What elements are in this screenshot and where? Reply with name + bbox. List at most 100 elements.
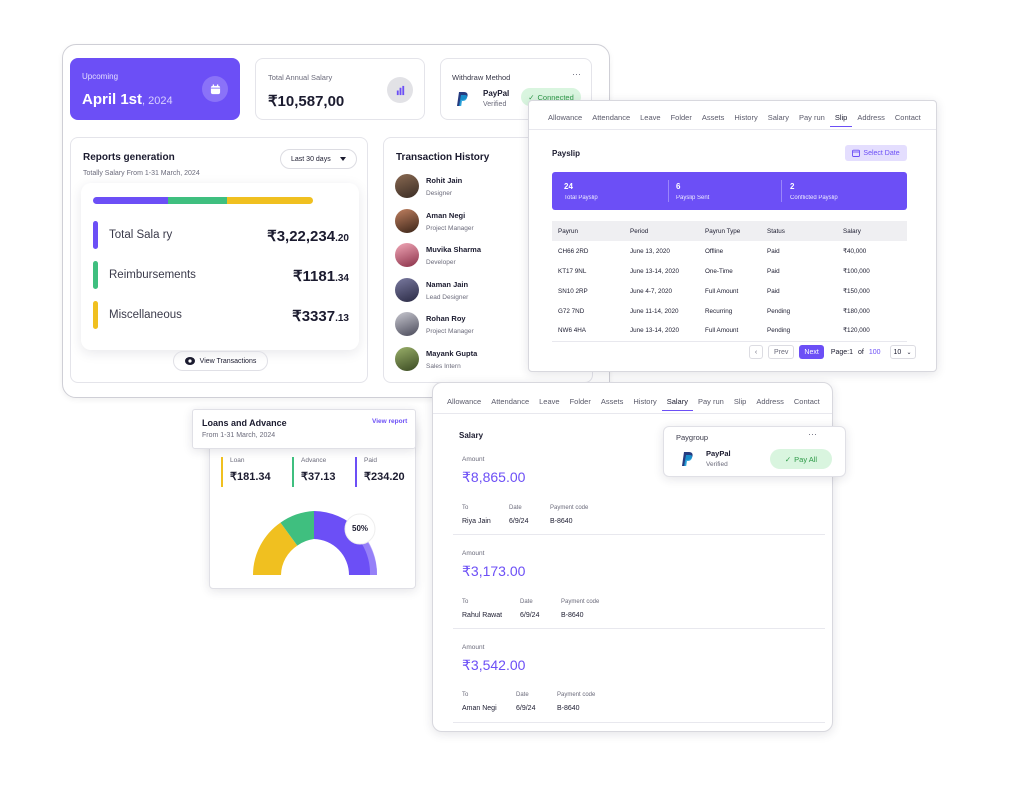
tab-contact[interactable]: Contact <box>890 113 926 127</box>
more-menu-icon[interactable]: ··· <box>572 69 581 79</box>
avatar <box>395 209 419 233</box>
to-label: To <box>462 692 469 698</box>
amount-label: Amount <box>462 456 485 463</box>
annual-salary-label: Total Annual Salary <box>268 73 333 82</box>
avatar <box>395 347 419 371</box>
cell-salary: ₹150,000 <box>843 287 870 295</box>
list-item[interactable]: Rohit Jain Designer <box>395 174 525 202</box>
reimbursement-color-bar <box>93 261 98 289</box>
view-report-link[interactable]: View report <box>372 418 407 425</box>
tab-address[interactable]: Address <box>751 397 789 411</box>
cell-payrun: SN10 2RP <box>558 287 588 295</box>
loan-stat: Loan ₹181.34 <box>221 457 271 487</box>
paygroup-card: Paygroup ··· PayPal Verified ✓ Pay All <box>663 426 846 477</box>
list-item[interactable]: Naman Jain Lead Designer <box>395 278 525 306</box>
payslip-panel: Allowance Attendance Leave Folder Assets… <box>528 100 937 372</box>
report-item-salary: Total Sala ry ₹3,22,234.20 <box>93 221 349 249</box>
tab-pay-run[interactable]: Pay run <box>693 397 729 411</box>
view-transactions-button[interactable]: View Transactions <box>173 351 268 371</box>
more-menu-icon[interactable]: ··· <box>808 429 817 439</box>
tab-slip[interactable]: Slip <box>729 397 752 411</box>
tab-salary[interactable]: Salary <box>763 113 794 127</box>
date-label: Date <box>509 505 522 511</box>
page-total[interactable]: 100 <box>869 349 881 356</box>
code-label: Payment code <box>550 505 589 511</box>
calendar-icon-button[interactable] <box>202 76 228 102</box>
stat-divider <box>668 180 669 202</box>
upcoming-card[interactable]: Upcoming April 1st, 2024 <box>70 58 240 120</box>
paypal-icon <box>682 452 693 466</box>
stat-label: Conflicted Payslip <box>790 195 838 201</box>
stat-value: 24 <box>564 182 573 191</box>
salary-entry[interactable]: Amount ₹3,542.00 To Aman Negi Date 6/9/2… <box>453 641 825 723</box>
cell-status: Pending <box>767 327 791 335</box>
amount-label: Amount <box>462 550 485 557</box>
select-date-button[interactable]: Select Date <box>845 145 907 161</box>
tab-allowance[interactable]: Allowance <box>442 397 486 411</box>
progress-reimbursement <box>167 197 228 204</box>
list-item[interactable]: Rohan Roy Project Manager <box>395 312 525 340</box>
per-page-select[interactable]: 10 ⌄ <box>889 345 916 359</box>
tab-leave[interactable]: Leave <box>635 113 665 127</box>
withdraw-status: Verified <box>483 101 507 108</box>
chevron-left-icon[interactable]: ‹ <box>749 345 763 359</box>
tab-leave[interactable]: Leave <box>534 397 564 411</box>
range-dropdown[interactable]: Last 30 days <box>280 149 357 169</box>
loans-subtitle: From 1-31 March, 2024 <box>202 432 276 439</box>
avatar <box>395 312 419 336</box>
eye-icon <box>184 357 195 365</box>
tab-allowance[interactable]: Allowance <box>543 113 587 127</box>
tab-folder[interactable]: Folder <box>565 397 596 411</box>
reports-subtitle: Totally Salary From 1-31 March, 2024 <box>83 170 200 177</box>
column-header: Payrun <box>558 227 578 235</box>
cell-type: Full Amount <box>705 327 739 335</box>
list-item[interactable]: Aman Negi Project Manager <box>395 209 525 237</box>
reports-progress-bar <box>93 197 313 204</box>
view-transactions-label: View Transactions <box>199 357 257 365</box>
tab-slip[interactable]: Slip <box>829 113 853 127</box>
avatar <box>395 243 419 267</box>
tab-contact[interactable]: Contact <box>789 397 825 411</box>
table-row[interactable]: SN10 2RP June 4-7, 2020 Full Amount Paid… <box>552 281 907 301</box>
report-item-amount: ₹1181.34 <box>293 267 349 286</box>
list-item[interactable]: Muvika Sharma Developer <box>395 243 525 271</box>
cell-type: Offline <box>705 247 724 255</box>
prev-button[interactable]: Prev <box>768 345 795 359</box>
report-item-label: Reimbursements <box>109 269 196 281</box>
table-row[interactable]: G72 7ND June 11-14, 2020 Recurring Pendi… <box>552 301 907 321</box>
transactions-title: Transaction History <box>396 152 490 163</box>
tab-folder[interactable]: Folder <box>666 113 697 127</box>
tab-history[interactable]: History <box>729 113 762 127</box>
payslip-table: Payrun Period Payrun Type Status Salary … <box>552 221 907 342</box>
progress-misc <box>227 197 313 204</box>
tab-address[interactable]: Address <box>852 113 890 127</box>
tab-attendance[interactable]: Attendance <box>587 113 635 127</box>
pay-all-button[interactable]: ✓ Pay All <box>770 449 832 469</box>
tab-history[interactable]: History <box>628 397 661 411</box>
tab-assets[interactable]: Assets <box>596 397 629 411</box>
table-row[interactable]: CH66 2RD June 13, 2020 Offline Paid ₹40,… <box>552 241 907 261</box>
salary-entry[interactable]: Amount ₹3,173.00 To Rahul Rawat Date 6/9… <box>453 547 825 629</box>
chevron-down-icon: ⌄ <box>906 349 912 356</box>
tab-assets[interactable]: Assets <box>697 113 730 127</box>
list-item[interactable]: Mayank Gupta Sales Intern <box>395 347 525 375</box>
avatar <box>395 278 419 302</box>
table-row[interactable]: NW6 4HA June 13-14, 2020 Full Amount Pen… <box>552 321 907 341</box>
table-row[interactable]: KT17 9NL June 13-14, 2020 One-Time Paid … <box>552 261 907 281</box>
stat-value: 2 <box>790 182 795 191</box>
payslip-title: Payslip <box>552 149 581 158</box>
tab-attendance[interactable]: Attendance <box>486 397 534 411</box>
next-button[interactable]: Next <box>799 345 824 359</box>
date-value: 6/9/24 <box>520 612 540 619</box>
tab-salary[interactable]: Salary <box>661 397 693 411</box>
amount-value: ₹3,542.00 <box>462 657 526 673</box>
code-value: B-8640 <box>561 612 584 619</box>
annual-salary-value: ₹10,587,00 <box>268 93 345 110</box>
tabs-divider <box>433 413 832 414</box>
tab-pay-run[interactable]: Pay run <box>794 113 830 127</box>
cell-period: June 4-7, 2020 <box>630 287 673 295</box>
stat-value: 6 <box>676 182 681 191</box>
loans-title: Loans and Advance <box>202 418 287 428</box>
payslip-tabs: Allowance Attendance Leave Folder Assets… <box>543 113 926 127</box>
chart-icon-button[interactable] <box>387 77 413 103</box>
